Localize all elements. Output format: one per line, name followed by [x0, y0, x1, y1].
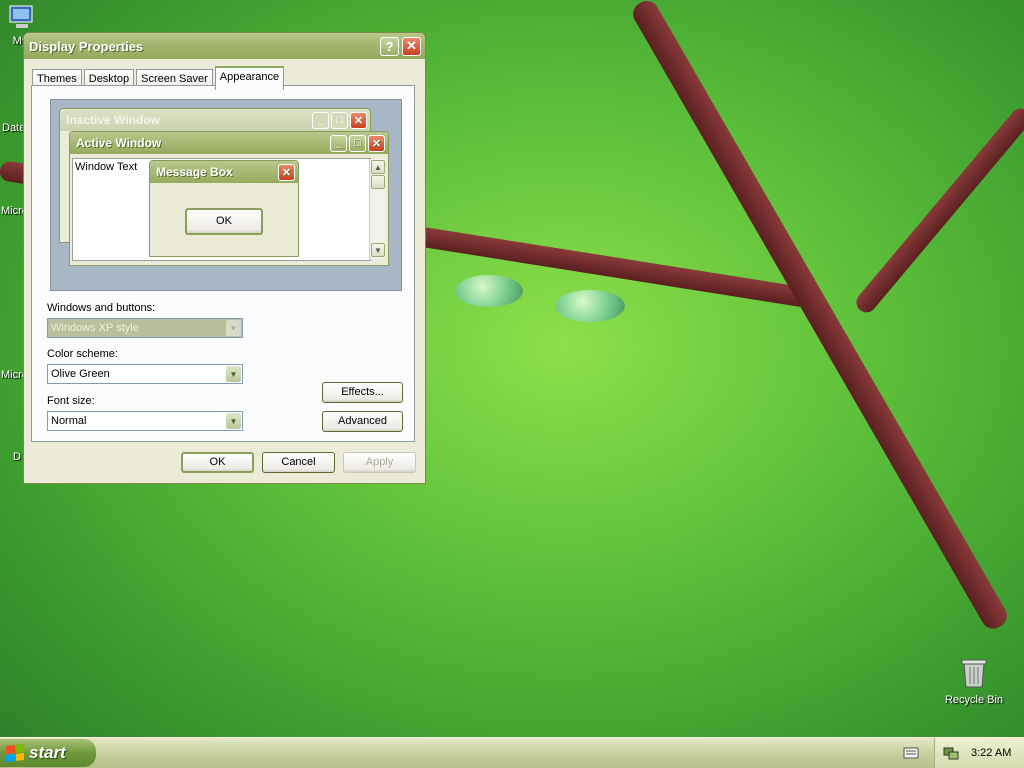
desktop-icon-d-item[interactable]: D [13, 449, 21, 463]
preview-scrollbar: ▲ ▼ [369, 159, 386, 259]
close-icon: ✕ [406, 38, 417, 53]
scroll-down-icon: ▼ [371, 243, 385, 257]
color-scheme-value: Olive Green [51, 368, 110, 380]
preview-ok-button: OK [185, 208, 263, 235]
display-properties-window[interactable]: Display Properties ? ✕ Themes Desktop Sc… [23, 32, 426, 484]
windows-buttons-label: Windows and buttons: [47, 302, 156, 314]
minimize-icon: _ [312, 111, 329, 129]
taskbar: start 3:22 AM [0, 737, 1024, 768]
preview-message-box-title: Message Box [156, 165, 233, 179]
scroll-up-icon: ▲ [371, 160, 385, 174]
font-size-value: Normal [51, 415, 87, 427]
clock[interactable]: 3:22 AM [971, 747, 1011, 759]
preview-message-box: Message Box ✕ OK [149, 160, 299, 257]
scroll-thumb [371, 175, 385, 189]
preview-inactive-title: Inactive Window [66, 113, 160, 127]
chevron-down-icon: ▼ [226, 320, 241, 336]
keyboard-icon[interactable] [903, 746, 919, 760]
close-icon: ✕ [350, 111, 367, 129]
water-drop [455, 275, 523, 307]
preview-active-title-bar: Active Window _ □ ✕ [70, 132, 388, 154]
window-title: Display Properties [29, 38, 144, 54]
ok-button[interactable]: OK [181, 452, 254, 473]
wallpaper-branch [852, 104, 1024, 317]
preview-inactive-title-bar: Inactive Window _ □ ✕ [60, 109, 370, 131]
help-button[interactable]: ? [380, 36, 399, 56]
desktop-icon-label: Recycle Bin [944, 694, 1004, 706]
minimize-icon: _ [330, 134, 347, 152]
appearance-preview: Inactive Window _ □ ✕ Active Window _ □ … [50, 99, 402, 291]
network-icon[interactable] [943, 745, 959, 761]
font-size-label: Font size: [47, 395, 95, 407]
font-size-select[interactable]: Normal ▼ [47, 411, 243, 431]
system-tray: 3:22 AM [934, 738, 1024, 768]
tab-appearance[interactable]: Appearance [214, 66, 285, 90]
desktop-icon-data[interactable]: Date [2, 120, 25, 134]
chevron-down-icon[interactable]: ▼ [226, 413, 241, 429]
color-scheme-label: Color scheme: [47, 348, 118, 360]
close-button[interactable]: ✕ [402, 36, 421, 56]
cancel-button[interactable]: Cancel [262, 452, 335, 473]
start-label: start [29, 743, 66, 762]
maximize-icon: □ [349, 134, 366, 152]
advanced-button[interactable]: Advanced [322, 411, 403, 432]
apply-button: Apply [343, 452, 416, 473]
windows-buttons-select: Windows XP style ▼ [47, 318, 243, 338]
computer-icon [9, 5, 33, 28]
start-button[interactable]: start [0, 739, 96, 767]
desktop-icon-label: D [13, 451, 21, 463]
preview-active-title: Active Window [76, 136, 162, 150]
wallpaper-branch [628, 0, 1012, 634]
windows-buttons-value: Windows XP style [51, 322, 139, 334]
close-icon: ✕ [368, 134, 385, 152]
water-drop [555, 290, 625, 322]
close-icon: ✕ [278, 163, 295, 181]
effects-button[interactable]: Effects... [322, 382, 403, 403]
desktop-icon-recycle-bin[interactable]: Recycle Bin [944, 657, 1004, 706]
desktop-icon-label: Date [2, 122, 26, 134]
recycle-bin-icon [961, 659, 987, 688]
help-icon: ? [385, 38, 394, 54]
chevron-down-icon[interactable]: ▼ [226, 366, 241, 382]
title-bar[interactable]: Display Properties ? ✕ [24, 33, 425, 59]
maximize-icon: □ [331, 111, 348, 129]
appearance-panel: Inactive Window _ □ ✕ Active Window _ □ … [31, 85, 415, 442]
color-scheme-select[interactable]: Olive Green ▼ [47, 364, 243, 384]
preview-window-text: Window Text [75, 161, 138, 173]
windows-logo-icon [6, 744, 24, 762]
preview-message-box-title-bar: Message Box ✕ [150, 161, 298, 183]
